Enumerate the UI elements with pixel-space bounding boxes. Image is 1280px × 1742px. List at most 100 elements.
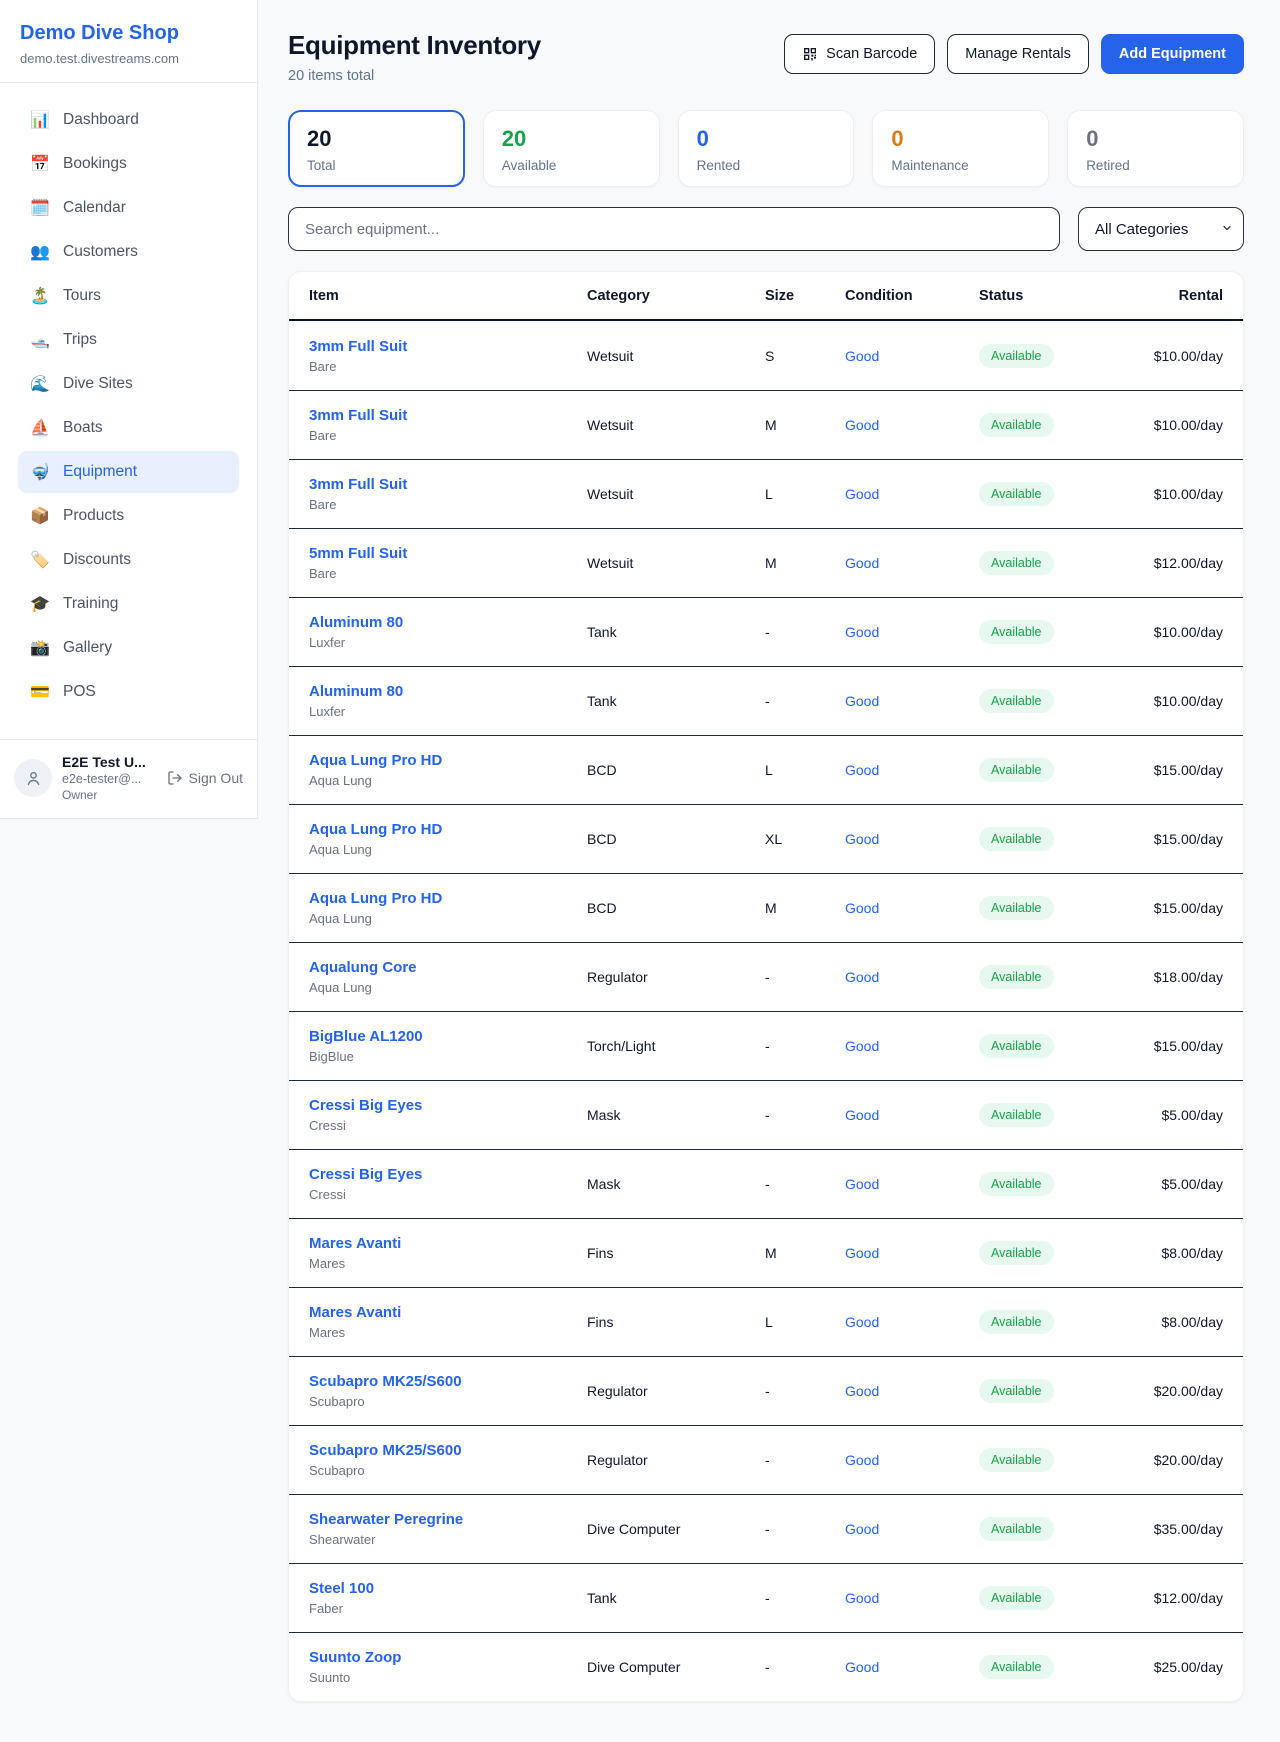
item-link[interactable]: 3mm Full Suit (309, 407, 587, 424)
stat-card-rented[interactable]: 0Rented (678, 110, 855, 187)
size-cell: M (765, 555, 845, 571)
item-link[interactable]: Mares Avanti (309, 1304, 587, 1321)
sidebar-item-trips[interactable]: 🛥️Trips (18, 319, 239, 361)
status-cell: Available (979, 413, 1131, 437)
item-link[interactable]: Aqualung Core (309, 959, 587, 976)
condition-link[interactable]: Good (845, 1107, 979, 1123)
sidebar-item-boats[interactable]: ⛵Boats (18, 407, 239, 449)
size-cell: - (765, 1038, 845, 1054)
camera-icon: 📸 (30, 638, 50, 658)
item-link[interactable]: 3mm Full Suit (309, 338, 587, 355)
sidebar-item-pos[interactable]: 💳POS (18, 671, 239, 713)
condition-link[interactable]: Good (845, 624, 979, 640)
sidebar-item-bookings[interactable]: 📅Bookings (18, 143, 239, 185)
category-select[interactable]: All Categories (1078, 207, 1244, 251)
item-link[interactable]: Aluminum 80 (309, 683, 587, 700)
item-link[interactable]: Mares Avanti (309, 1235, 587, 1252)
sidebar-item-customers[interactable]: 👥Customers (18, 231, 239, 273)
spiral-calendar-icon: 🗓️ (30, 198, 50, 218)
condition-link[interactable]: Good (845, 762, 979, 778)
sidebar-item-dive-sites[interactable]: 🌊Dive Sites (18, 363, 239, 405)
item-link[interactable]: Cressi Big Eyes (309, 1097, 587, 1114)
category-cell: Regulator (587, 1383, 765, 1399)
sidebar-item-discounts[interactable]: 🏷️Discounts (18, 539, 239, 581)
condition-link[interactable]: Good (845, 1314, 979, 1330)
item-link[interactable]: Suunto Zoop (309, 1649, 587, 1666)
stat-card-total[interactable]: 20Total (288, 110, 465, 187)
item-link[interactable]: Scubapro MK25/S600 (309, 1373, 587, 1390)
status-badge: Available (979, 1655, 1054, 1679)
condition-link[interactable]: Good (845, 693, 979, 709)
condition-link[interactable]: Good (845, 1245, 979, 1261)
condition-link[interactable]: Good (845, 555, 979, 571)
brand-title[interactable]: Demo Dive Shop (20, 22, 237, 45)
search-input[interactable] (288, 207, 1060, 251)
rental-cell: $8.00/day (1131, 1245, 1223, 1261)
item-link[interactable]: Steel 100 (309, 1580, 587, 1597)
sign-out-button[interactable]: Sign Out (165, 770, 243, 786)
column-header-item: Item (309, 288, 587, 304)
sidebar-item-dashboard[interactable]: 📊Dashboard (18, 99, 239, 141)
status-cell: Available (979, 965, 1131, 989)
table-body: 3mm Full SuitBareWetsuitSGoodAvailable$1… (289, 321, 1243, 1701)
condition-link[interactable]: Good (845, 969, 979, 985)
bar-chart-icon: 📊 (30, 110, 50, 130)
sidebar-item-training[interactable]: 🎓Training (18, 583, 239, 625)
condition-link[interactable]: Good (845, 348, 979, 364)
category-cell: Wetsuit (587, 486, 765, 502)
condition-link[interactable]: Good (845, 1521, 979, 1537)
item-link[interactable]: 5mm Full Suit (309, 545, 587, 562)
item-cell: 5mm Full SuitBare (309, 545, 587, 581)
item-brand: Luxfer (309, 704, 587, 719)
scan-barcode-button[interactable]: Scan Barcode (784, 34, 935, 74)
condition-link[interactable]: Good (845, 1659, 979, 1675)
sidebar-item-equipment[interactable]: 🤿Equipment (18, 451, 239, 493)
condition-link[interactable]: Good (845, 417, 979, 433)
item-link[interactable]: Cressi Big Eyes (309, 1166, 587, 1183)
condition-link[interactable]: Good (845, 1590, 979, 1606)
add-equipment-button[interactable]: Add Equipment (1101, 34, 1244, 74)
motorboat-icon: 🛥️ (30, 330, 50, 350)
item-link[interactable]: Scubapro MK25/S600 (309, 1442, 587, 1459)
condition-link[interactable]: Good (845, 1038, 979, 1054)
condition-link[interactable]: Good (845, 831, 979, 847)
item-link[interactable]: 3mm Full Suit (309, 476, 587, 493)
item-link[interactable]: Aluminum 80 (309, 614, 587, 631)
item-link[interactable]: Shearwater Peregrine (309, 1511, 587, 1528)
sidebar-item-tours[interactable]: 🏝️Tours (18, 275, 239, 317)
condition-link[interactable]: Good (845, 1176, 979, 1192)
stat-card-retired[interactable]: 0 Retired (1067, 110, 1244, 187)
item-brand: Bare (309, 497, 587, 512)
manage-rentals-button[interactable]: Manage Rentals (947, 34, 1089, 74)
item-brand: Mares (309, 1325, 587, 1340)
stat-card-maintenance[interactable]: 0Maintenance (872, 110, 1049, 187)
person-icon (24, 769, 43, 788)
item-link[interactable]: Aqua Lung Pro HD (309, 752, 587, 769)
sidebar-item-gallery[interactable]: 📸Gallery (18, 627, 239, 669)
category-cell: Wetsuit (587, 348, 765, 364)
size-cell: M (765, 900, 845, 916)
table-row: Cressi Big EyesCressiMask-GoodAvailable$… (289, 1080, 1243, 1149)
item-cell: BigBlue AL1200BigBlue (309, 1028, 587, 1064)
item-link[interactable]: Aqua Lung Pro HD (309, 890, 587, 907)
sidebar-item-products[interactable]: 📦Products (18, 495, 239, 537)
stat-value-retired: 0 (1086, 126, 1225, 152)
rental-cell: $10.00/day (1131, 693, 1223, 709)
page-title-block: Equipment Inventory 20 items total (288, 30, 541, 84)
rental-cell: $35.00/day (1131, 1521, 1223, 1537)
stat-card-available[interactable]: 20Available (483, 110, 660, 187)
stat-label-retired: Retired (1086, 158, 1225, 173)
sidebar-item-calendar[interactable]: 🗓️Calendar (18, 187, 239, 229)
condition-link[interactable]: Good (845, 486, 979, 502)
condition-link[interactable]: Good (845, 1383, 979, 1399)
condition-link[interactable]: Good (845, 900, 979, 916)
column-header-rental: Rental (1131, 288, 1223, 304)
condition-link[interactable]: Good (845, 1452, 979, 1468)
sign-out-icon (167, 770, 183, 786)
status-badge: Available (979, 827, 1054, 851)
item-cell: Aqua Lung Pro HDAqua Lung (309, 821, 587, 857)
item-link[interactable]: BigBlue AL1200 (309, 1028, 587, 1045)
status-cell: Available (979, 827, 1131, 851)
item-cell: Aqualung CoreAqua Lung (309, 959, 587, 995)
item-link[interactable]: Aqua Lung Pro HD (309, 821, 587, 838)
